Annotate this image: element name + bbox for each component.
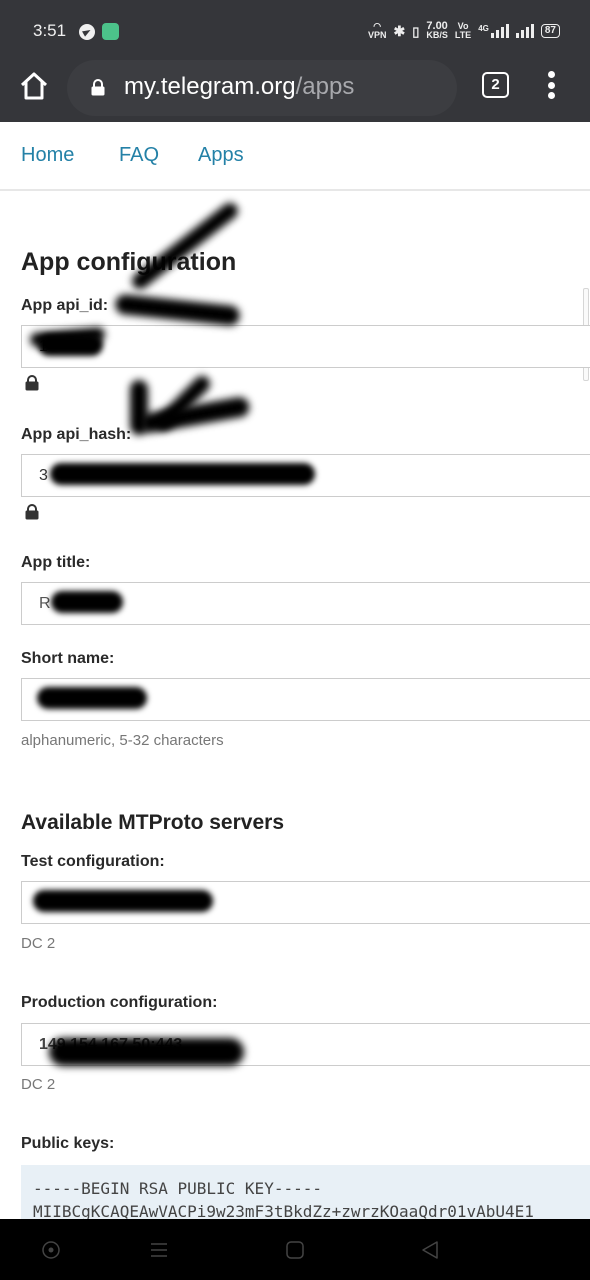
- vibrate-icon: ▯: [412, 23, 420, 39]
- signal-icon: [515, 24, 534, 38]
- redaction-mark: [50, 463, 316, 485]
- signal-4g-icon: 4G: [478, 24, 509, 38]
- app-configuration-heading: App configuration: [21, 248, 237, 276]
- api-hash-label: App api_hash:: [21, 426, 132, 443]
- app-title-label: App title:: [21, 554, 91, 571]
- redaction-mark: [51, 591, 124, 613]
- app-notification-icon: [102, 23, 119, 40]
- vpn-label: VPN: [367, 30, 387, 40]
- address-bar[interactable]: my.telegram.org/apps: [67, 60, 457, 116]
- redaction-mark: [114, 293, 241, 327]
- test-config-field[interactable]: [21, 881, 590, 924]
- browser-toolbar: my.telegram.org/apps 2: [0, 60, 590, 122]
- api-id-field[interactable]: 1: [21, 325, 590, 368]
- redaction-mark: [37, 687, 147, 709]
- nav-link-home[interactable]: Home: [21, 144, 74, 167]
- app-title-field[interactable]: R: [21, 582, 590, 625]
- volte-bottom: LTE: [454, 30, 472, 40]
- url-path: /apps: [295, 73, 355, 100]
- app-title-value: R: [39, 595, 51, 613]
- status-time: 3:51: [33, 21, 67, 40]
- mtproto-heading: Available MTProto servers: [21, 811, 284, 834]
- redaction-mark: [49, 1038, 244, 1066]
- test-config-label: Test configuration:: [21, 853, 165, 870]
- site-nav: Home FAQ Apps: [0, 122, 590, 191]
- home-nav-icon[interactable]: [285, 1240, 305, 1260]
- nav-link-faq[interactable]: FAQ: [119, 144, 159, 167]
- public-key-line: -----BEGIN RSA PUBLIC KEY-----: [33, 1179, 322, 1198]
- status-bar: 3:51 ◠ VPN ✱ ▯ 7.00 KB/S Vo LTE 4G 87: [0, 0, 590, 60]
- recents-menu-icon[interactable]: [149, 1240, 169, 1260]
- vpn-icon: ◠ VPN: [367, 21, 387, 40]
- short-name-hint: alphanumeric, 5-32 characters: [21, 732, 224, 749]
- api-id-label: App api_id:: [21, 297, 109, 314]
- production-dc-label: DC 2: [21, 1076, 56, 1093]
- back-icon[interactable]: [420, 1240, 440, 1260]
- short-name-label: Short name:: [21, 650, 115, 667]
- system-navigation-bar: [0, 1219, 590, 1280]
- battery-icon: 87: [540, 24, 560, 38]
- network-speed: 7.00 KB/S: [426, 21, 448, 40]
- lock-icon: [91, 79, 105, 96]
- speed-unit: KB/S: [426, 30, 448, 40]
- network-type: 4G: [478, 24, 489, 33]
- api-hash-value: 3: [39, 467, 48, 485]
- volte-icon: Vo LTE: [455, 22, 471, 40]
- redaction-mark: [128, 199, 242, 293]
- production-config-label: Production configuration:: [21, 994, 218, 1011]
- assistant-icon[interactable]: [41, 1240, 61, 1260]
- api-hash-field[interactable]: 3: [21, 454, 590, 497]
- overflow-menu-icon[interactable]: [545, 71, 557, 101]
- nav-link-apps[interactable]: Apps: [198, 144, 244, 167]
- status-icons: ◠ VPN ✱ ▯ 7.00 KB/S Vo LTE 4G 87: [367, 21, 560, 40]
- url-text: my.telegram.org/apps: [124, 73, 354, 101]
- telegram-icon: [79, 24, 95, 40]
- tab-switcher-button[interactable]: 2: [482, 72, 509, 98]
- test-dc-label: DC 2: [21, 935, 56, 952]
- short-name-field[interactable]: [21, 678, 590, 721]
- lock-icon: [25, 375, 39, 391]
- bluetooth-icon: ✱: [393, 22, 406, 39]
- public-keys-label: Public keys:: [21, 1135, 115, 1152]
- lock-icon: [25, 504, 39, 520]
- url-host: my.telegram.org: [124, 73, 296, 100]
- home-icon[interactable]: [18, 70, 50, 102]
- redaction-mark: [33, 890, 213, 912]
